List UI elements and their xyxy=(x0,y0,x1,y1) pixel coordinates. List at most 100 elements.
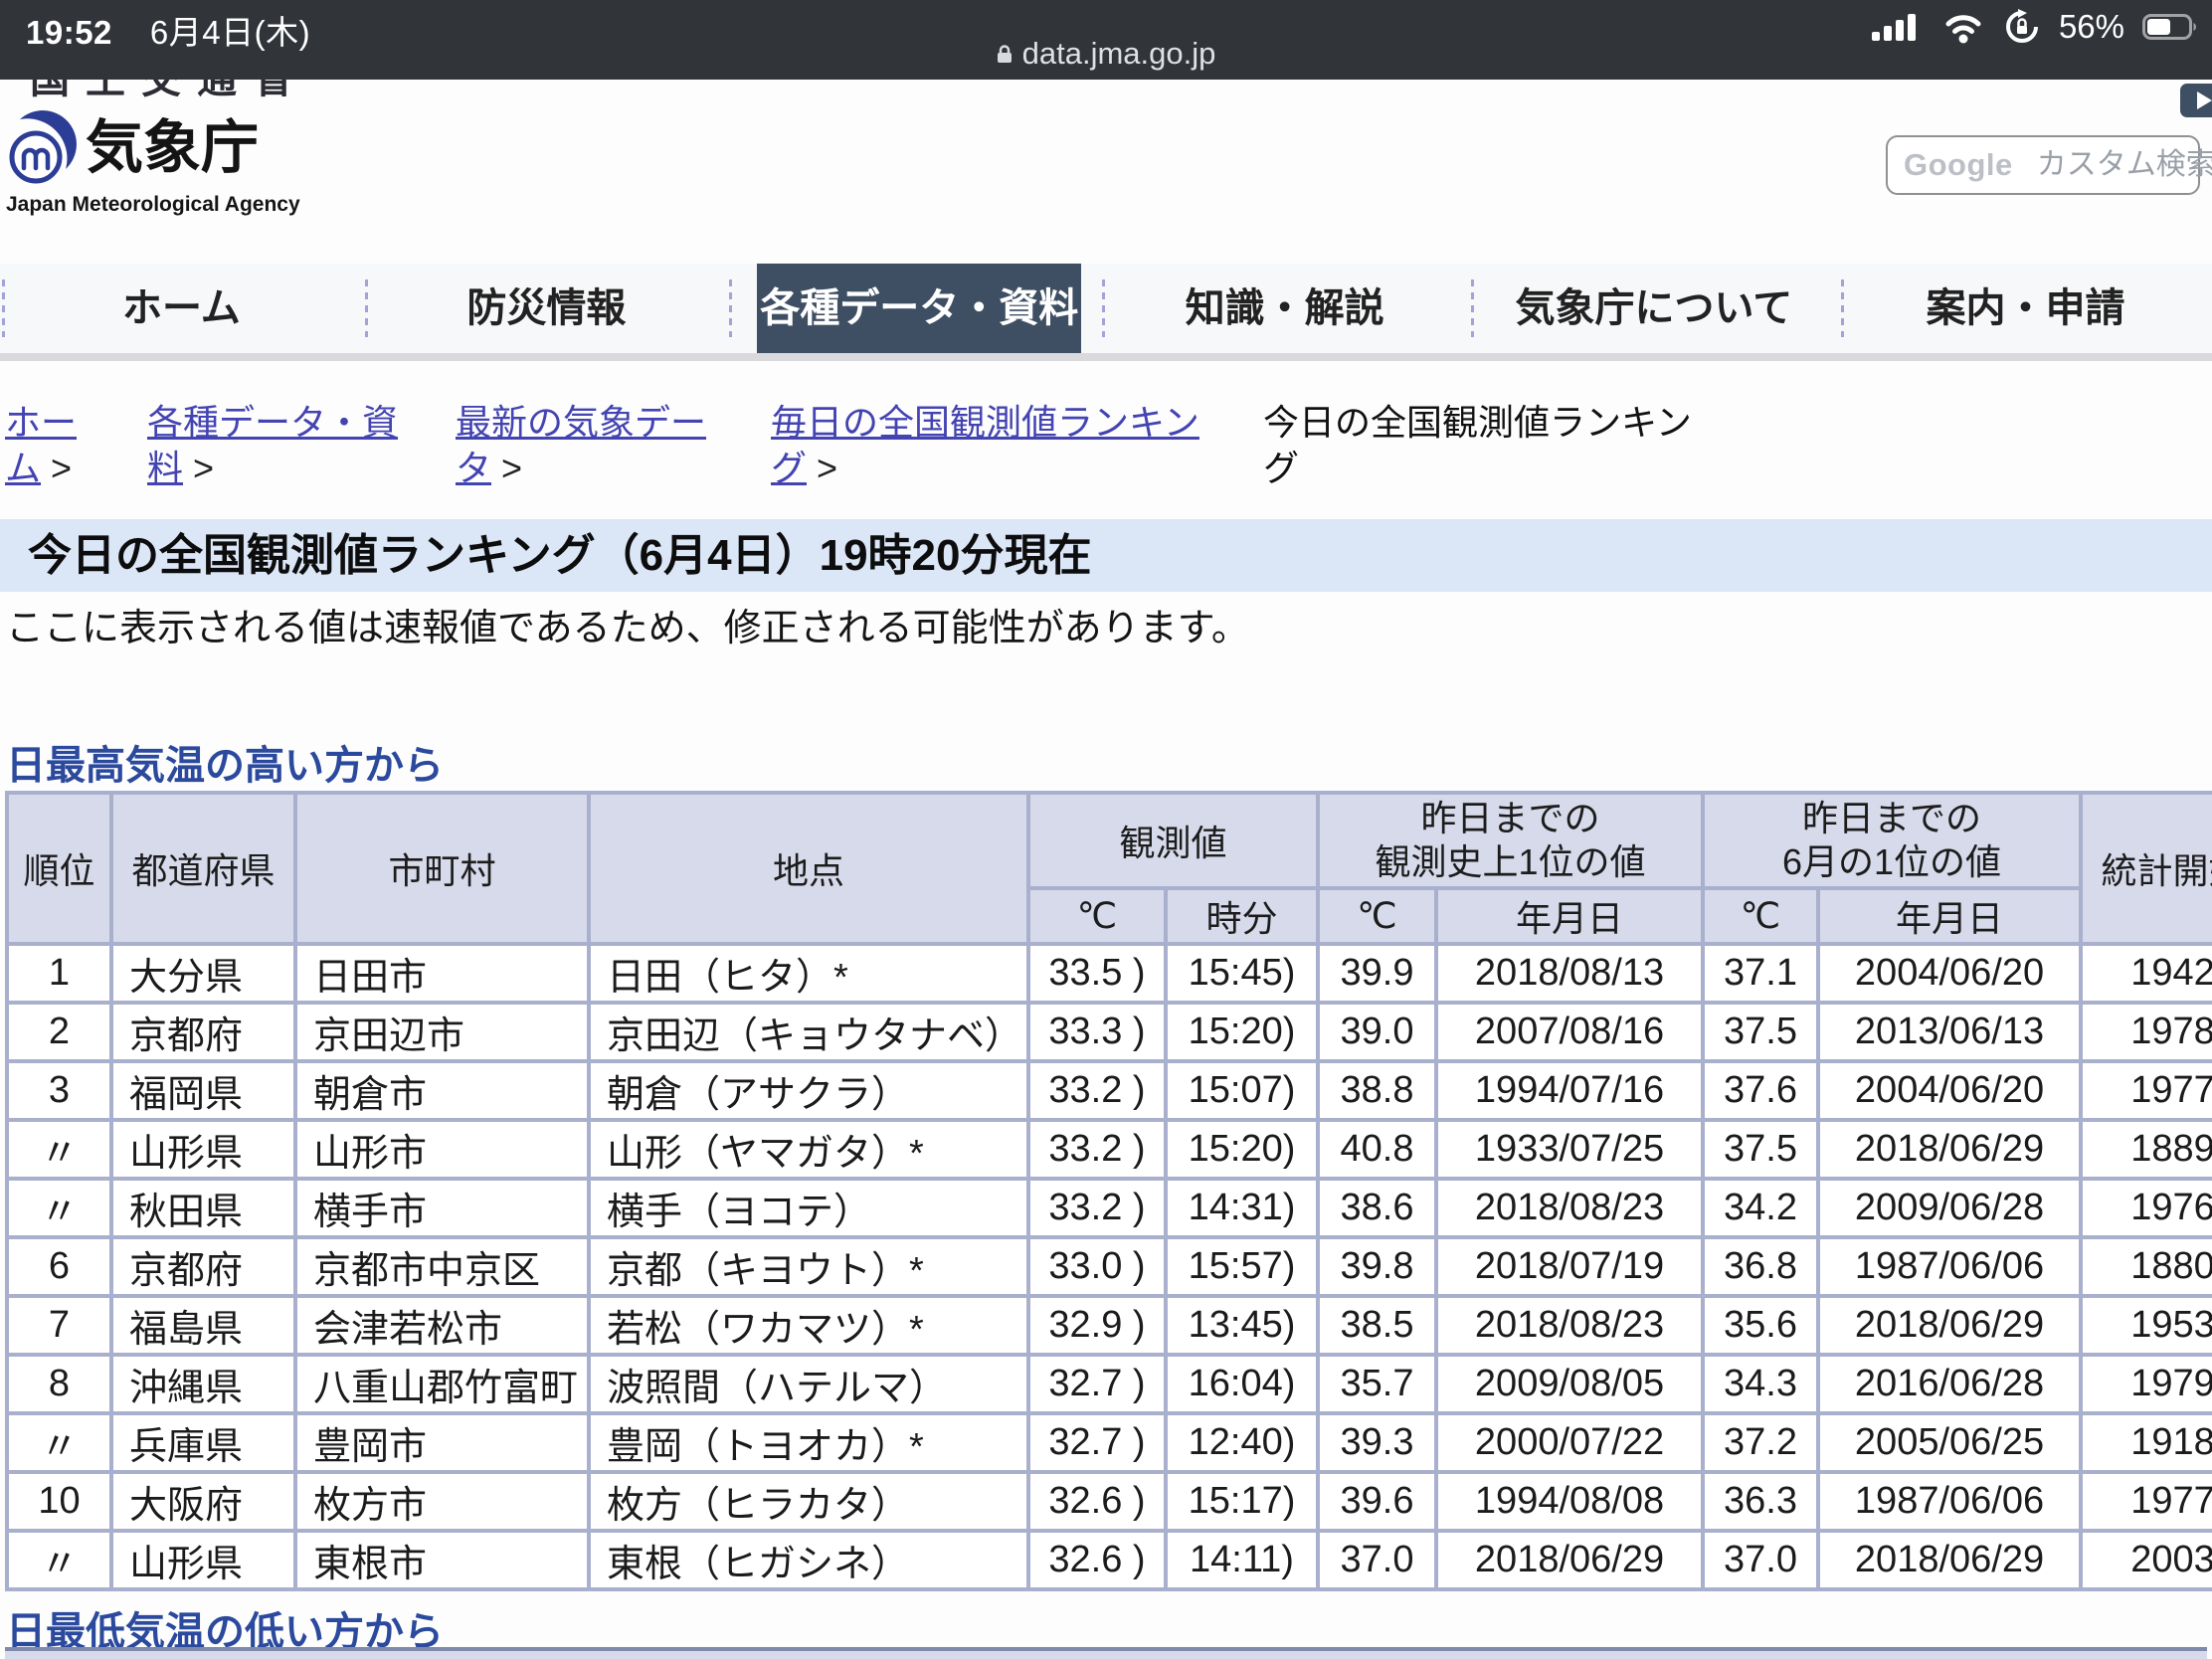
search-input[interactable] xyxy=(2037,148,2212,182)
nav-item[interactable]: 防災情報 xyxy=(363,264,730,353)
nav-item[interactable]: 知識・解説 xyxy=(1100,264,1468,353)
breadcrumb-item: 最新の気象データ> xyxy=(456,400,716,491)
cell-stats-year: 1880 xyxy=(2081,1237,2212,1296)
cell-june-date: 2013/06/13 xyxy=(1818,1003,2081,1061)
breadcrumb-link[interactable]: 最新の気象データ xyxy=(456,402,706,488)
breadcrumb-item: ホーム> xyxy=(5,400,80,491)
table-row: 〃 秋田県 横手市 横手（ヨコテ） 33.2 ) 14:31) 38.6 201… xyxy=(7,1179,2212,1237)
breadcrumb-item: 毎日の全国観測値ランキング> xyxy=(771,400,1213,491)
nav-item[interactable]: 案内・申請 xyxy=(1839,264,2212,353)
cell-june-temp: 37.2 xyxy=(1703,1413,1818,1472)
page-title: 今日の全国観測値ランキング（6月4日）19時20分現在 xyxy=(0,519,2212,592)
col-header-city: 市町村 xyxy=(295,793,589,944)
nav-item[interactable]: 気象庁について xyxy=(1469,264,1839,353)
disclaimer-note: ここに表示される値は速報値であるため、修正される可能性があります。 xyxy=(6,597,1249,651)
cell-observed-time: 15:20) xyxy=(1166,1120,1318,1179)
cell-stats-year: 1942 xyxy=(2081,944,2212,1003)
col-header-station: 地点 xyxy=(589,793,1028,944)
breadcrumb-current: 今日の全国観測値ランキング xyxy=(1263,400,1706,491)
cell-record-date: 2007/08/16 xyxy=(1436,1003,1703,1061)
cell-observed-temp: 33.2 ) xyxy=(1028,1120,1166,1179)
nav-item[interactable]: ホーム xyxy=(0,264,363,353)
cell-station: 京田辺（キョウタナベ） xyxy=(589,1003,1028,1061)
cell-stats-year: 1978 xyxy=(2081,1003,2212,1061)
cell-prefecture: 京都府 xyxy=(111,1237,295,1296)
lock-icon xyxy=(997,44,1013,65)
cell-june-date: 2004/06/20 xyxy=(1818,944,2081,1003)
breadcrumb-separator: > xyxy=(193,448,214,488)
cell-stats-year: 1976 xyxy=(2081,1179,2212,1237)
cell-record-date: 2018/08/23 xyxy=(1436,1296,1703,1355)
min-temp-table-top-edge xyxy=(5,1647,2207,1659)
cell-record-date: 1994/08/08 xyxy=(1436,1472,1703,1531)
record-group-line2: 観測史上1位の値 xyxy=(1320,840,1701,884)
cell-prefecture: 山形県 xyxy=(111,1120,295,1179)
nav-item[interactable]: 各種データ・資料 xyxy=(757,264,1081,353)
cell-june-date: 2016/06/28 xyxy=(1818,1355,2081,1413)
cell-rank: 1 xyxy=(7,944,111,1003)
cell-record-date: 2009/08/05 xyxy=(1436,1355,1703,1413)
breadcrumb-link[interactable]: 各種データ・資料 xyxy=(147,402,398,488)
record-group-line1: 昨日までの xyxy=(1320,797,1701,840)
subheader-date-june: 年月日 xyxy=(1818,888,2081,944)
breadcrumb-separator: > xyxy=(51,448,72,488)
cell-city: 豊岡市 xyxy=(295,1413,589,1472)
cell-station: 豊岡（トヨオカ）* xyxy=(589,1413,1028,1472)
page-title-bar: 今日の全国観測値ランキング（6月4日）19時20分現在 xyxy=(0,519,2212,592)
cell-record-temp: 39.0 xyxy=(1318,1003,1436,1061)
address-bar[interactable]: data.jma.go.jp xyxy=(0,36,2212,72)
subheader-celsius-june: ℃ xyxy=(1703,888,1818,944)
cell-observed-time: 15:45) xyxy=(1166,944,1318,1003)
cell-station: 横手（ヨコテ） xyxy=(589,1179,1028,1237)
agency-name-en: Japan Meteorological Agency xyxy=(6,193,300,217)
cell-observed-time: 13:45) xyxy=(1166,1296,1318,1355)
cell-observed-time: 16:04) xyxy=(1166,1355,1318,1413)
june-group-line1: 昨日までの xyxy=(1705,797,2079,840)
cell-station: 山形（ヤマガタ）* xyxy=(589,1120,1028,1179)
cell-stats-year: 2003 xyxy=(2081,1531,2212,1589)
play-arrow-icon xyxy=(2197,92,2212,109)
cell-city: 京田辺市 xyxy=(295,1003,589,1061)
jma-logo[interactable] xyxy=(6,107,80,191)
cell-observed-time: 14:31) xyxy=(1166,1179,1318,1237)
cell-city: 山形市 xyxy=(295,1120,589,1179)
cell-prefecture: 沖縄県 xyxy=(111,1355,295,1413)
cell-june-temp: 36.8 xyxy=(1703,1237,1818,1296)
cell-stats-year: 1977 xyxy=(2081,1472,2212,1531)
cell-station: 枚方（ヒラカタ） xyxy=(589,1472,1028,1531)
cell-observed-temp: 32.6 ) xyxy=(1028,1472,1166,1531)
cell-station: 京都（キヨウト）* xyxy=(589,1237,1028,1296)
custom-search-box[interactable]: Google xyxy=(1886,135,2200,195)
cell-observed-temp: 32.9 ) xyxy=(1028,1296,1166,1355)
nav-divider xyxy=(0,353,2212,361)
cell-june-temp: 37.5 xyxy=(1703,1003,1818,1061)
cell-stats-year: 1979 xyxy=(2081,1355,2212,1413)
ranking-table-body: 1 大分県 日田市 日田（ヒタ）* 33.5 ) 15:45) 39.9 201… xyxy=(7,944,2212,1589)
cell-june-date: 2018/06/29 xyxy=(1818,1296,2081,1355)
header-arrow-button[interactable] xyxy=(2180,84,2212,117)
subheader-celsius-record: ℃ xyxy=(1318,888,1436,944)
cell-record-date: 2000/07/22 xyxy=(1436,1413,1703,1472)
cell-record-date: 1933/07/25 xyxy=(1436,1120,1703,1179)
cell-observed-temp: 33.0 ) xyxy=(1028,1237,1166,1296)
cell-rank: 7 xyxy=(7,1296,111,1355)
cell-observed-temp: 33.2 ) xyxy=(1028,1061,1166,1120)
breadcrumb-separator: > xyxy=(817,448,837,488)
col-header-rank: 順位 xyxy=(7,793,111,944)
cell-prefecture: 兵庫県 xyxy=(111,1413,295,1472)
cell-record-temp: 40.8 xyxy=(1318,1120,1436,1179)
table-row: 〃 兵庫県 豊岡市 豊岡（トヨオカ）* 32.7 ) 12:40) 39.3 2… xyxy=(7,1413,2212,1472)
subheader-date-record: 年月日 xyxy=(1436,888,1703,944)
cell-city: 日田市 xyxy=(295,944,589,1003)
cell-prefecture: 秋田県 xyxy=(111,1179,295,1237)
col-header-prefecture: 都道府県 xyxy=(111,793,295,944)
table-row: 6 京都府 京都市中京区 京都（キヨウト）* 33.0 ) 15:57) 39.… xyxy=(7,1237,2212,1296)
cell-june-temp: 37.6 xyxy=(1703,1061,1818,1120)
cell-city: 八重山郡竹富町 xyxy=(295,1355,589,1413)
cell-rank: 8 xyxy=(7,1355,111,1413)
cell-record-temp: 39.6 xyxy=(1318,1472,1436,1531)
url-text: data.jma.go.jp xyxy=(1022,36,1216,72)
table-row: 〃 山形県 山形市 山形（ヤマガタ）* 33.2 ) 15:20) 40.8 1… xyxy=(7,1120,2212,1179)
cell-rank: 〃 xyxy=(7,1179,111,1237)
cell-june-date: 1987/06/06 xyxy=(1818,1237,2081,1296)
